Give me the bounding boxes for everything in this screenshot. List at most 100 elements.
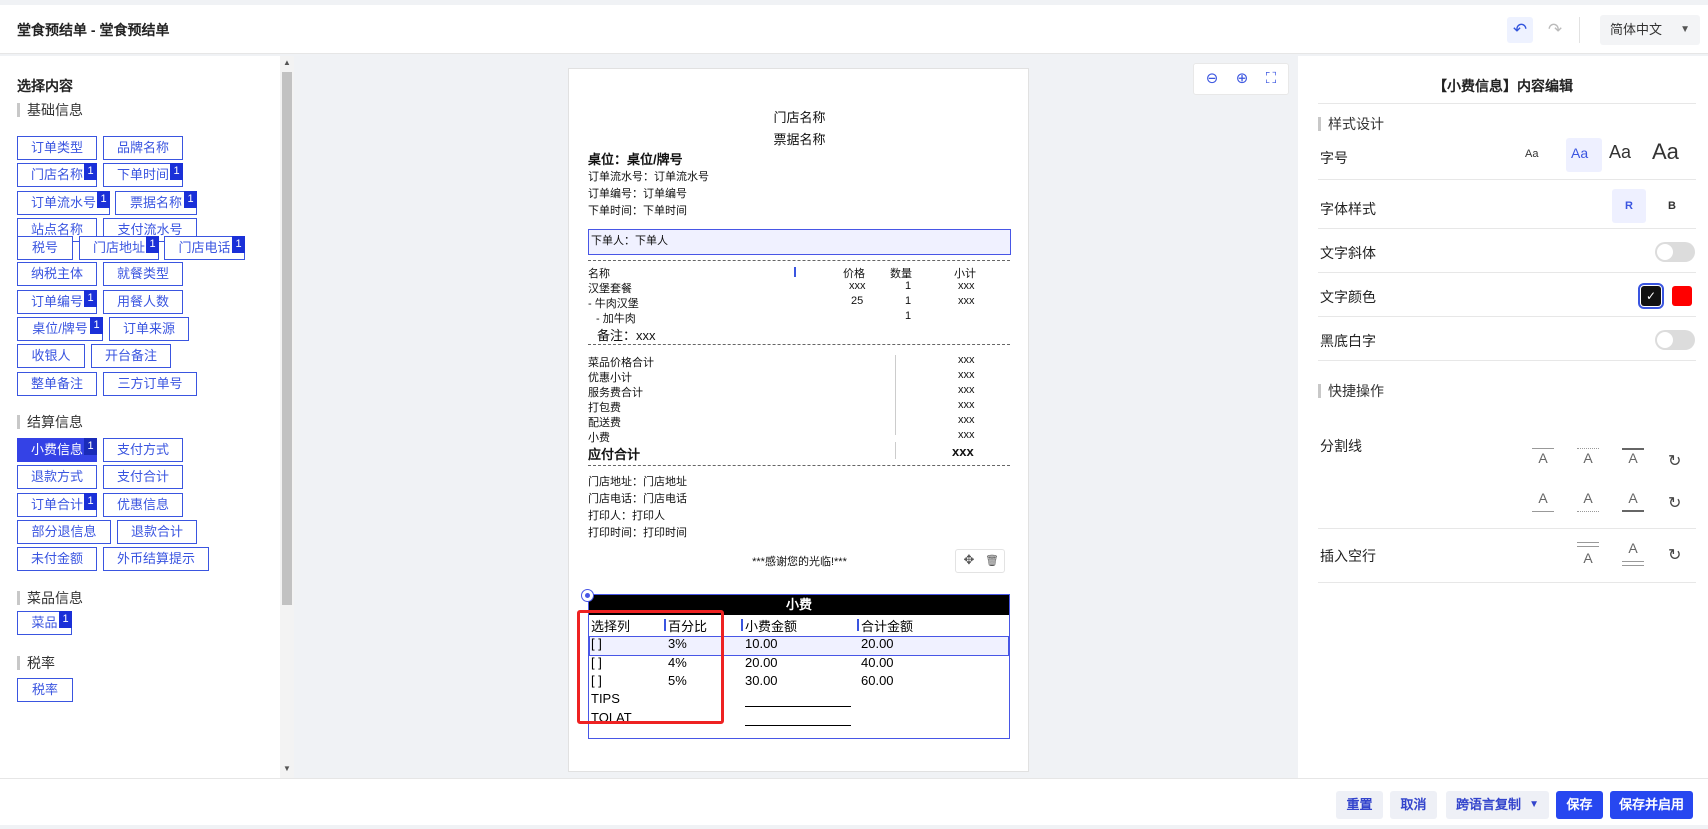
tag-dish[interactable]: 菜品 1 xyxy=(17,611,72,635)
font-size-md[interactable]: Aa xyxy=(1609,142,1631,163)
tip-amount: 10.00 xyxy=(745,636,778,651)
item-name: - 牛肉汉堡 xyxy=(588,298,639,310)
divider-option-bottom-solid[interactable]: A xyxy=(1532,488,1554,512)
tag-order-remark[interactable]: 整单备注 xyxy=(17,372,97,396)
undo-icon[interactable]: ↶ xyxy=(1507,17,1533,43)
redo-icon[interactable]: ↷ xyxy=(1542,17,1568,43)
tag-store-phone[interactable]: 门店电话 1 xyxy=(164,236,245,260)
receipt-phone[interactable]: 门店电话：门店电话 xyxy=(588,490,687,506)
reset-blank-line-icon[interactable]: ↻ xyxy=(1668,545,1681,565)
font-size-lg[interactable]: Aa xyxy=(1652,139,1679,165)
scroll-thumb[interactable] xyxy=(282,72,292,605)
tag-badge: 1 xyxy=(146,236,159,253)
color-swatch-black[interactable]: ✓ xyxy=(1638,283,1664,309)
receipt-thanks[interactable]: ***感谢您的光临!*** xyxy=(569,553,1030,569)
cancel-button[interactable]: 取消 xyxy=(1390,791,1437,819)
tag-order-total[interactable]: 订单合计 1 xyxy=(17,493,97,517)
left-scrollbar[interactable]: ▲ ▼ xyxy=(280,56,294,778)
scroll-down-icon[interactable]: ▼ xyxy=(280,764,294,776)
scroll-up-icon[interactable]: ▲ xyxy=(280,58,294,70)
item-name: 汉堡套餐 xyxy=(588,283,632,295)
item-qty: 1 xyxy=(905,295,912,307)
receipt-address[interactable]: 门店地址：门店地址 xyxy=(588,473,687,489)
tag-foreign-currency[interactable]: 外币结算提示 xyxy=(103,547,209,571)
receipt-orderer-box[interactable]: 下单人：下单人 xyxy=(588,229,1011,255)
font-style-bold[interactable]: B xyxy=(1655,189,1689,223)
copy-language-button[interactable]: 跨语言复制 ▼ xyxy=(1446,791,1549,819)
tag-tip-info[interactable]: 小费信息 1 xyxy=(17,438,97,462)
tag-tax-id[interactable]: 税号 xyxy=(17,236,73,260)
tip-col-amount: 小费金额 xyxy=(745,619,798,634)
tag-tax-rate[interactable]: 税率 xyxy=(17,678,73,702)
tag-table-no[interactable]: 桌位/牌号 1 xyxy=(17,317,103,341)
divider-option-top-solid[interactable]: A xyxy=(1532,448,1554,472)
col-marker xyxy=(857,619,859,631)
group-title-quick: 快捷操作 xyxy=(1318,384,1384,398)
tag-unpaid-amount[interactable]: 未付金额 xyxy=(17,547,97,571)
zoom-out-icon[interactable]: ⊖ xyxy=(1201,68,1223,90)
tag-ticket-name[interactable]: 票据名称 1 xyxy=(115,191,197,215)
color-swatch-red[interactable] xyxy=(1672,286,1692,306)
group-title-settlement: 结算信息 xyxy=(17,415,83,429)
reset-bottom-divider-icon[interactable]: ↻ xyxy=(1668,493,1681,513)
receipt-serial[interactable]: 订单流水号：订单流水号 xyxy=(588,168,709,184)
reset-top-divider-icon[interactable]: ↻ xyxy=(1668,451,1681,471)
tag-pay-total[interactable]: 支付合计 xyxy=(103,465,183,489)
col-marker xyxy=(794,267,796,277)
tag-store-address[interactable]: 门店地址 1 xyxy=(79,236,159,260)
tag-guest-count[interactable]: 用餐人数 xyxy=(103,290,183,314)
receipt-remark[interactable]: 备注：xxx xyxy=(597,325,656,344)
tag-third-order-no[interactable]: 三方订单号 xyxy=(103,372,197,396)
receipt-printer[interactable]: 打印人：打印人 xyxy=(588,507,665,523)
tag-badge: 1 xyxy=(232,236,245,253)
total-label: 优惠小计 xyxy=(588,372,632,384)
receipt-order-no[interactable]: 订单编号：订单编号 xyxy=(588,185,687,201)
tag-pay-method[interactable]: 支付方式 xyxy=(103,438,183,462)
blank-line-below-option[interactable]: A xyxy=(1622,538,1644,566)
receipt-table[interactable]: 桌位：桌位/牌号 xyxy=(588,149,683,168)
reset-button[interactable]: 重置 xyxy=(1336,791,1383,819)
top-header: 堂食预结单 - 堂食预结单 ↶ ↷ 简体中文 ▼ xyxy=(0,5,1708,54)
divider-option-top-thick[interactable]: A xyxy=(1622,448,1644,472)
receipt-print-time[interactable]: 打印时间：打印时间 xyxy=(588,524,687,540)
blank-line-above-option[interactable]: A xyxy=(1577,542,1599,566)
font-size-sm[interactable]: Aa xyxy=(1571,145,1588,161)
inverse-toggle[interactable] xyxy=(1655,330,1695,350)
tag-tax-entity[interactable]: 纳税主体 xyxy=(17,262,97,286)
language-select[interactable]: 简体中文 ▼ xyxy=(1600,15,1700,45)
save-and-enable-button[interactable]: 保存并启用 xyxy=(1610,791,1693,819)
receipt-store-name[interactable]: 门店名称 xyxy=(569,107,1030,126)
block-anchor-icon[interactable] xyxy=(581,589,594,602)
zoom-toolbar: ⊖ ⊕ ⛶ xyxy=(1193,63,1289,95)
tag-badge: 1 xyxy=(90,317,103,334)
tag-order-source[interactable]: 订单来源 xyxy=(109,317,189,341)
tag-refund-total[interactable]: 退款合计 xyxy=(117,520,197,544)
italic-toggle[interactable] xyxy=(1655,242,1695,262)
total-value: xxx xyxy=(958,399,975,411)
tag-brand-name[interactable]: 品牌名称 xyxy=(103,136,183,160)
tag-order-serial[interactable]: 订单流水号 1 xyxy=(17,191,110,215)
fit-screen-icon[interactable]: ⛶ xyxy=(1260,68,1282,90)
group-title-style: 样式设计 xyxy=(1318,117,1384,131)
zoom-in-icon[interactable]: ⊕ xyxy=(1231,68,1253,90)
tag-open-remark[interactable]: 开台备注 xyxy=(91,344,171,368)
tag-partial-refund[interactable]: 部分退信息 xyxy=(17,520,111,544)
tag-dining-type[interactable]: 就餐类型 xyxy=(103,262,183,286)
save-button[interactable]: 保存 xyxy=(1556,791,1603,819)
receipt-ticket-name[interactable]: 票据名称 xyxy=(569,129,1030,148)
receipt-order-time[interactable]: 下单时间：下单时间 xyxy=(588,202,687,218)
font-style-regular[interactable]: R xyxy=(1612,189,1646,223)
divider-option-bottom-dotted[interactable]: A xyxy=(1577,488,1599,512)
tag-order-no[interactable]: 订单编号 1 xyxy=(17,290,97,314)
divider-option-top-dotted[interactable]: A xyxy=(1577,448,1599,472)
divider xyxy=(1318,528,1696,529)
tag-order-type[interactable]: 订单类型 xyxy=(17,136,97,160)
tag-refund-method[interactable]: 退款方式 xyxy=(17,465,97,489)
divider-option-bottom-thick[interactable]: A xyxy=(1622,488,1644,512)
tag-order-time[interactable]: 下单时间 1 xyxy=(103,163,183,187)
tag-cashier[interactable]: 收银人 xyxy=(17,344,85,368)
tag-discount-info[interactable]: 优惠信息 xyxy=(103,493,183,517)
tag-store-name[interactable]: 门店名称 1 xyxy=(17,163,97,187)
tag-badge: 1 xyxy=(59,611,72,628)
font-size-xs[interactable]: Aa xyxy=(1525,148,1538,160)
